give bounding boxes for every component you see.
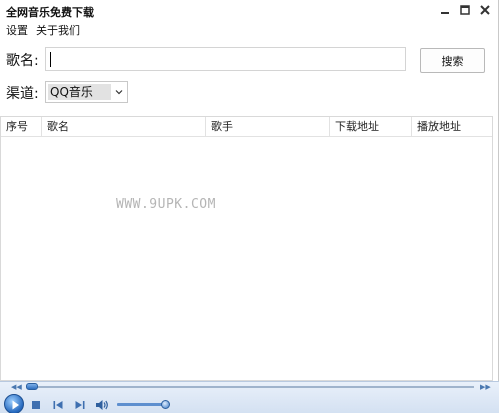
next-track-icon[interactable] — [74, 399, 86, 411]
text-caret — [50, 52, 51, 67]
menu-about[interactable]: 关于我们 — [36, 22, 80, 38]
channel-select[interactable]: QQ音乐 — [45, 81, 128, 103]
table-header: 序号 歌名 歌手 下载地址 播放地址 — [1, 117, 492, 137]
seek-track[interactable] — [28, 386, 474, 388]
watermark-text: WWW.9UPK.COM — [116, 197, 216, 212]
channel-selected-value: QQ音乐 — [48, 84, 111, 100]
seek-forward-icon[interactable]: ▶▶ — [480, 383, 491, 391]
maximize-icon[interactable] — [458, 3, 472, 17]
previous-track-icon[interactable] — [52, 399, 64, 411]
menu-settings[interactable]: 设置 — [6, 22, 28, 38]
media-player-bar: ◀◀ ▶▶ — [0, 381, 499, 413]
window-title: 全网音乐免费下载 — [6, 6, 94, 19]
seek-thumb[interactable] — [26, 383, 38, 390]
song-name-input[interactable] — [45, 47, 406, 71]
column-header-song[interactable]: 歌名 — [42, 117, 206, 136]
main-window: 全网音乐免费下载 设置 关于我们 歌名: 搜索 渠道: QQ音乐 序号 歌名 歌… — [0, 0, 499, 413]
title-bar: 全网音乐免费下载 — [0, 0, 499, 22]
channel-label: 渠道: — [6, 86, 39, 102]
song-name-label: 歌名: — [6, 53, 39, 69]
seek-rewind-icon[interactable]: ◀◀ — [11, 383, 22, 391]
stop-icon[interactable] — [30, 399, 42, 411]
play-icon — [12, 400, 19, 410]
column-header-download-url[interactable]: 下载地址 — [330, 117, 412, 136]
column-header-index[interactable]: 序号 — [1, 117, 42, 136]
volume-icon[interactable] — [95, 399, 109, 411]
volume-slider-thumb[interactable] — [161, 400, 170, 409]
play-button[interactable] — [4, 394, 24, 413]
search-button[interactable]: 搜索 — [420, 48, 485, 73]
minimize-icon[interactable] — [438, 3, 452, 17]
column-header-singer[interactable]: 歌手 — [206, 117, 330, 136]
chevron-down-icon — [115, 90, 123, 95]
column-header-play-url[interactable]: 播放地址 — [412, 117, 493, 136]
results-table[interactable]: 序号 歌名 歌手 下载地址 播放地址 — [0, 116, 493, 381]
close-icon[interactable] — [478, 3, 492, 17]
